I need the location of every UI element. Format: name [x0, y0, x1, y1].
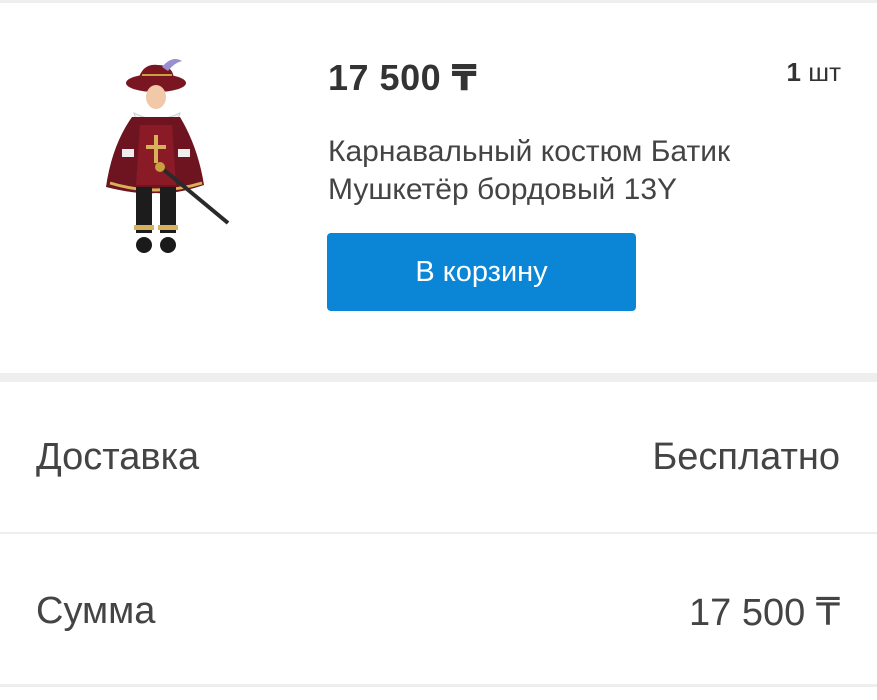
delivery-value: Бесплатно [652, 436, 840, 478]
product-image[interactable] [98, 55, 238, 265]
delivery-label: Доставка [36, 436, 200, 478]
sum-value: 17 500 ₸ [689, 592, 840, 634]
sum-label: Сумма [36, 590, 156, 632]
product-card: 17 500 ₸ 1 шт Карнавальный костюм Батик … [0, 3, 877, 371]
product-quantity: 1 шт [787, 57, 841, 88]
sum-row: Сумма 17 500 ₸ [0, 534, 877, 684]
section-divider [0, 373, 877, 382]
quantity-unit: шт [808, 57, 841, 87]
bottom-divider [0, 684, 877, 687]
add-to-cart-button[interactable]: В корзину [327, 233, 636, 311]
product-title[interactable]: Карнавальный костюм Батик Мушкетёр бордо… [328, 133, 808, 209]
quantity-value: 1 [786, 57, 801, 87]
delivery-row: Доставка Бесплатно [0, 382, 877, 532]
product-price: 17 500 ₸ [328, 57, 478, 98]
musketeer-costume-image [106, 59, 230, 253]
